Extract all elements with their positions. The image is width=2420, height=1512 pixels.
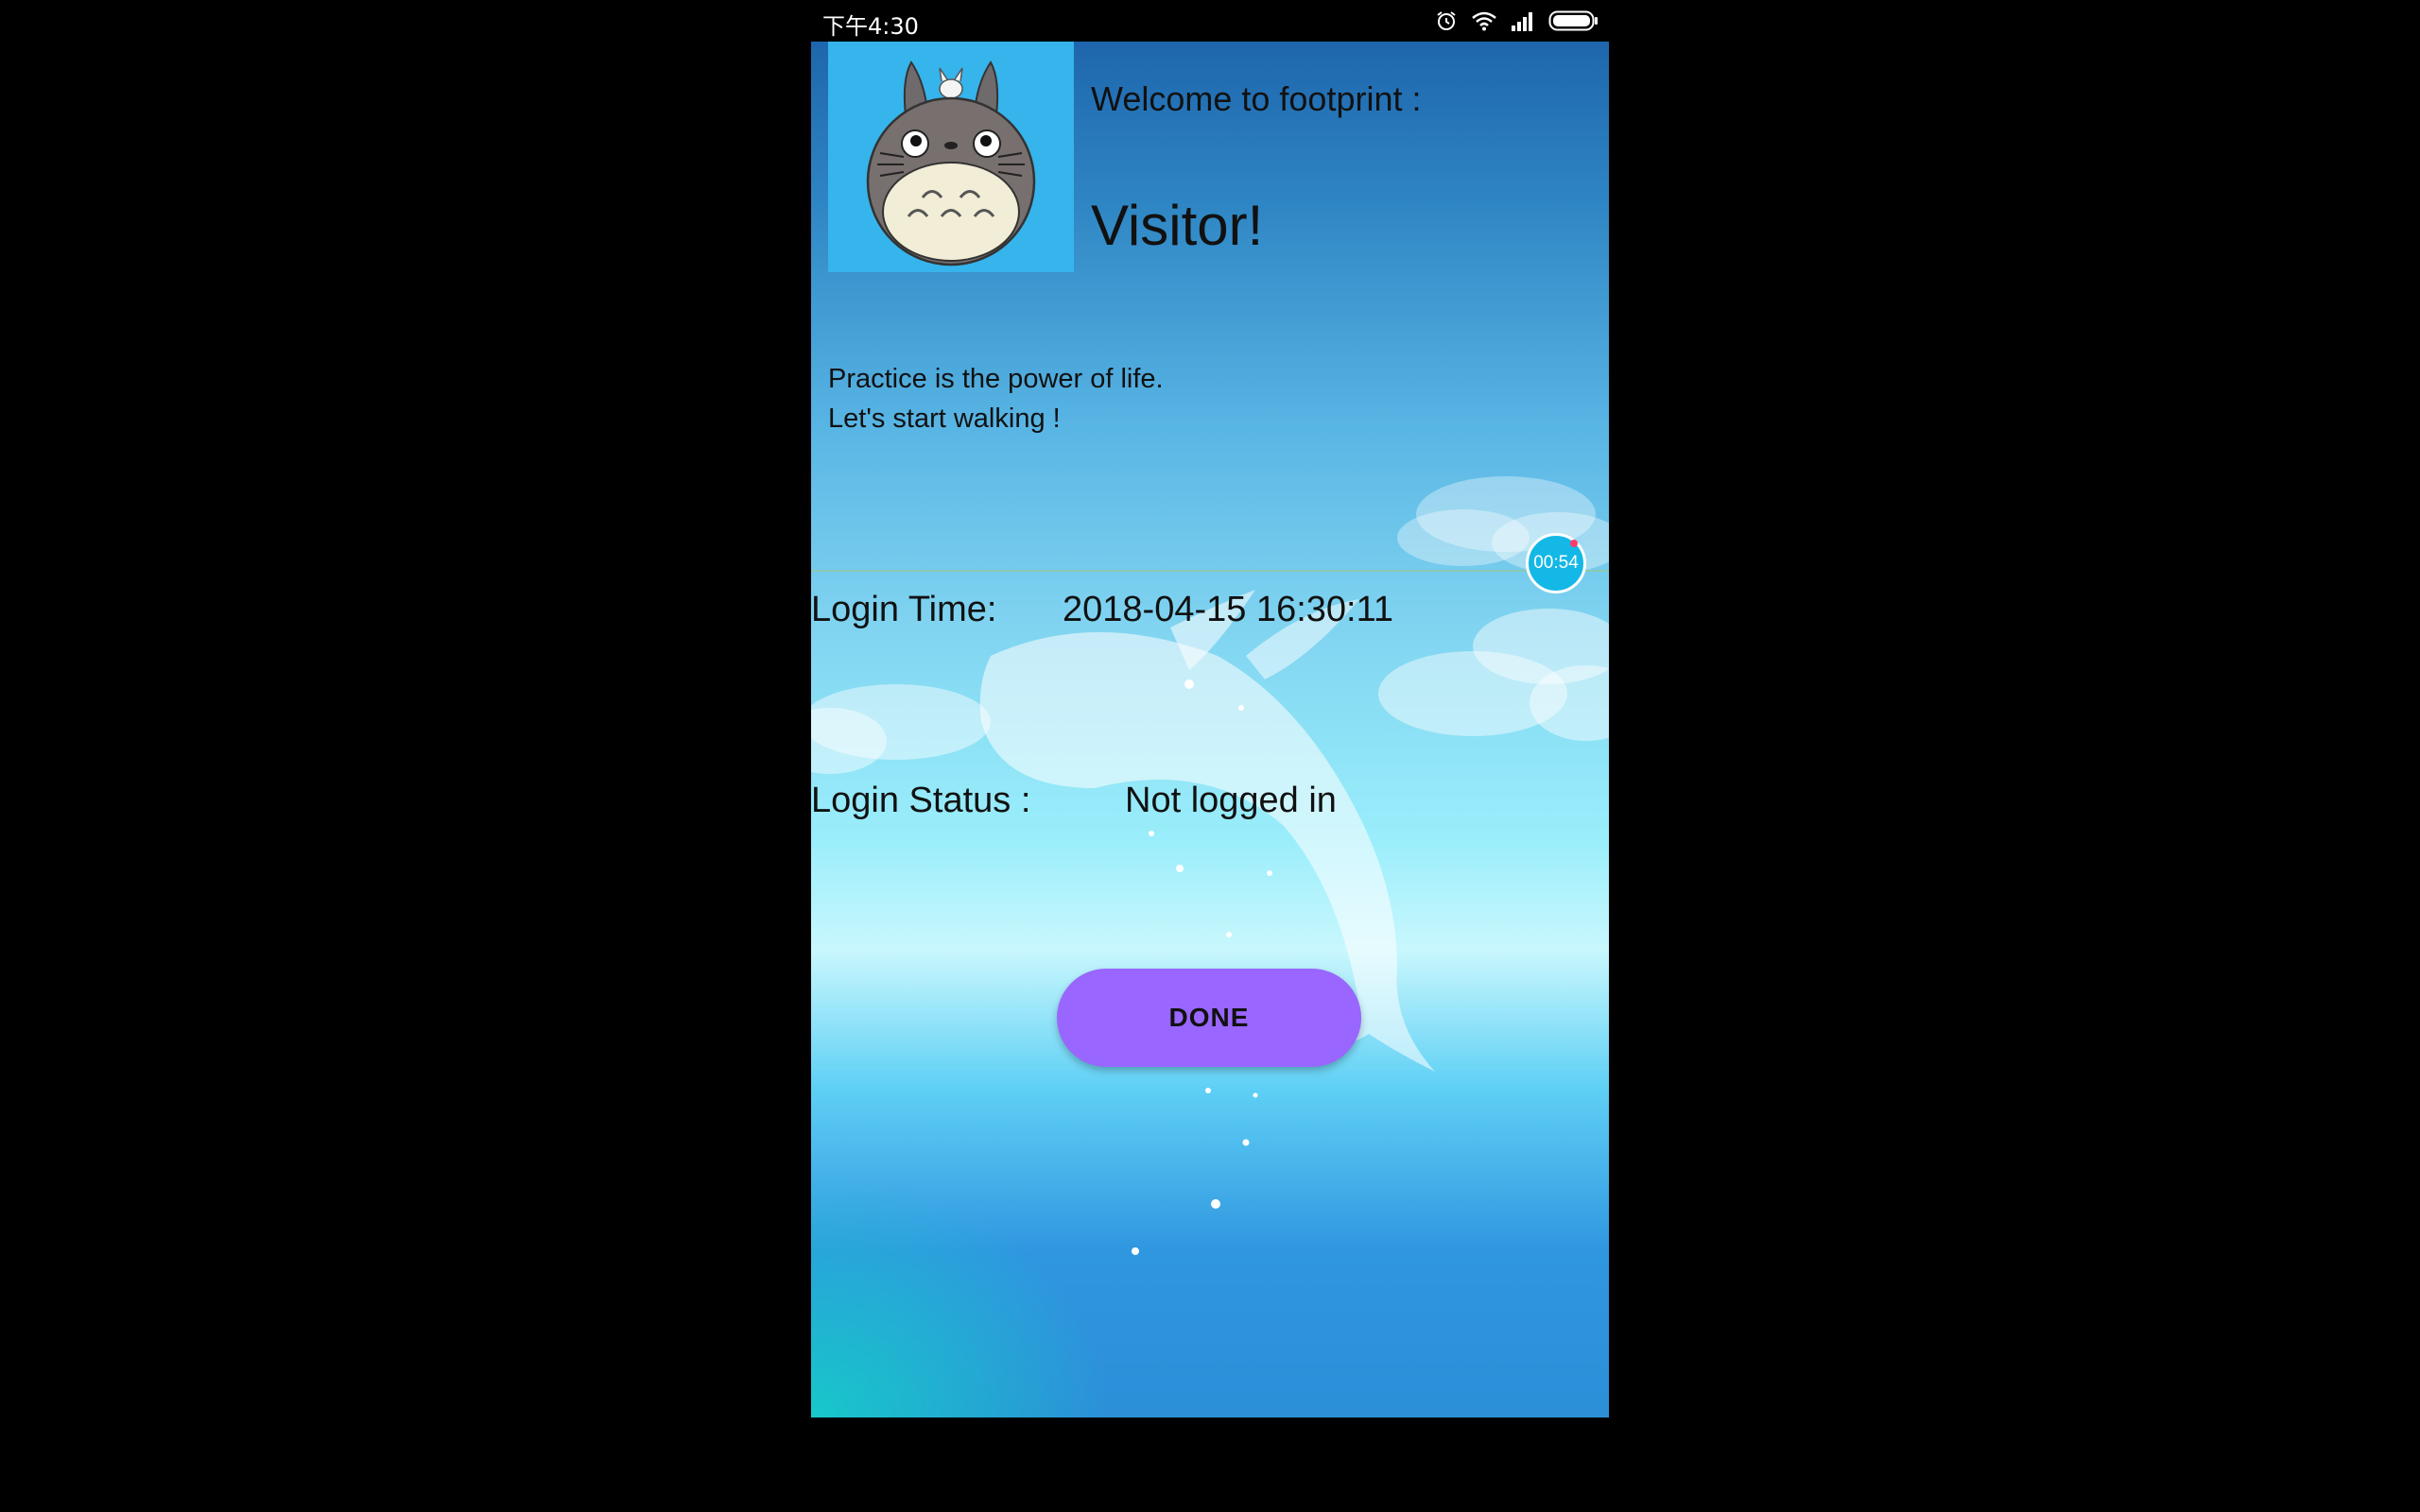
motto-line-1: Practice is the power of life. bbox=[828, 364, 1164, 394]
login-time-label: Login Time: bbox=[811, 590, 997, 629]
login-status-label: Login Status : bbox=[811, 781, 1031, 820]
user-name: Visitor! bbox=[1091, 194, 1264, 257]
login-time-row: Login Time: 2018-04-15 16:30:11 bbox=[811, 590, 1393, 630]
motto: Practice is the power of life. Let's sta… bbox=[828, 359, 1164, 438]
signal-icon bbox=[1512, 12, 1532, 31]
login-status-value: Not logged in bbox=[1125, 781, 1337, 820]
alarm-icon bbox=[1437, 11, 1456, 30]
divider bbox=[811, 570, 1609, 572]
battery-icon bbox=[1548, 10, 1598, 31]
totoro-avatar-icon bbox=[866, 60, 1036, 266]
motto-line-2: Let's start walking ! bbox=[828, 404, 1061, 434]
login-status-row: Login Status : Not logged in bbox=[811, 781, 1337, 821]
app-screen: Welcome to footprint : Visitor! Practice… bbox=[811, 42, 1609, 1418]
timer-badge[interactable]: 00:54 bbox=[1526, 533, 1586, 593]
avatar bbox=[828, 42, 1074, 272]
welcome-text: Welcome to footprint : bbox=[1091, 79, 1422, 118]
recording-dot-icon bbox=[1570, 540, 1578, 547]
status-bar: 下午4:30 bbox=[811, 0, 1609, 42]
status-icons bbox=[1435, 8, 1599, 34]
login-time-value: 2018-04-15 16:30:11 bbox=[1063, 590, 1394, 629]
done-button[interactable]: DONE bbox=[1057, 969, 1361, 1067]
status-time: 下午4:30 bbox=[822, 13, 919, 40]
wifi-icon bbox=[1472, 11, 1496, 31]
timer-text: 00:54 bbox=[1533, 553, 1579, 573]
